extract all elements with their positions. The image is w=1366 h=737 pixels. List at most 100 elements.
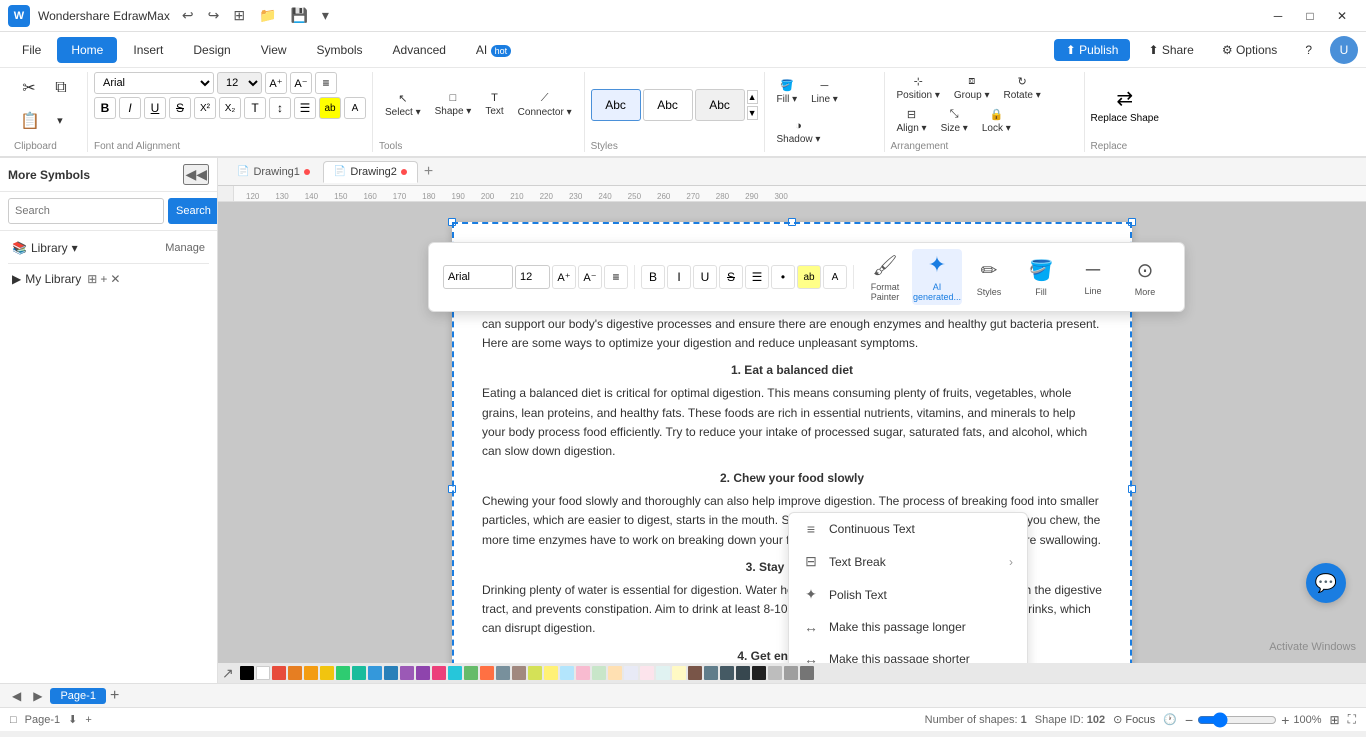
color-swatch-brown[interactable] bbox=[512, 666, 526, 680]
color-swatch-red[interactable] bbox=[272, 666, 286, 680]
color-swatch-green[interactable] bbox=[336, 666, 350, 680]
color-swatch-light-yellow[interactable] bbox=[544, 666, 558, 680]
new-btn[interactable]: ⊞ bbox=[229, 5, 249, 26]
manage-btn[interactable]: Manage bbox=[165, 242, 205, 254]
color-swatch-light-blue[interactable] bbox=[560, 666, 574, 680]
chat-btn[interactable]: 💬 bbox=[1306, 563, 1346, 603]
size-btn[interactable]: ⤡ Size ▾ bbox=[935, 105, 974, 137]
color-swatch-dark-blue[interactable] bbox=[384, 666, 398, 680]
styles-action-btn[interactable]: ✏ Styles bbox=[964, 249, 1014, 305]
color-swatch-pale-green[interactable] bbox=[592, 666, 606, 680]
menu-insert[interactable]: Insert bbox=[119, 37, 177, 63]
align-arrange-btn[interactable]: ⊟ Align ▾ bbox=[891, 105, 933, 137]
paste-more-btn[interactable]: ▾ bbox=[48, 112, 72, 129]
page-add-btn[interactable]: + bbox=[110, 687, 119, 705]
drawing-canvas[interactable]: Blog post on how to improve your digesti… bbox=[218, 202, 1366, 663]
format-painter-btn[interactable]: 🖌 Format Painter bbox=[860, 249, 910, 305]
ai-bold-btn[interactable]: B bbox=[641, 265, 665, 289]
color-swatch-pale-orange[interactable] bbox=[608, 666, 622, 680]
ai-italic-btn[interactable]: I bbox=[667, 265, 691, 289]
color-swatch-light-pink[interactable] bbox=[576, 666, 590, 680]
color-swatch-blue[interactable] bbox=[368, 666, 382, 680]
color-swatch-orange[interactable] bbox=[288, 666, 302, 680]
menu-ai[interactable]: AI hot bbox=[462, 37, 525, 63]
open-btn[interactable]: 📁 bbox=[255, 5, 280, 26]
my-library-close-btn[interactable]: ✕ bbox=[110, 272, 120, 286]
save-btn[interactable]: 💾 bbox=[286, 5, 311, 26]
my-library-expand[interactable]: ▶ My Library bbox=[12, 272, 81, 286]
ai-underline-btn[interactable]: U bbox=[693, 265, 717, 289]
align-btn[interactable]: ≡ bbox=[315, 72, 337, 94]
strikethrough-btn[interactable]: S bbox=[169, 97, 191, 119]
styles-down-btn[interactable]: ▼ bbox=[747, 106, 758, 120]
search-btn[interactable]: Search bbox=[168, 198, 218, 224]
select-btn[interactable]: ↖ Select ▾ bbox=[379, 89, 427, 121]
color-swatch-lime[interactable] bbox=[528, 666, 542, 680]
rotate-btn[interactable]: ↻ Rotate ▾ bbox=[997, 72, 1046, 104]
more-quick-btn[interactable]: ▾ bbox=[318, 5, 333, 26]
color-swatch-light-green[interactable] bbox=[464, 666, 478, 680]
add-tab-btn[interactable]: + bbox=[420, 163, 437, 181]
color-swatch-yellow[interactable] bbox=[320, 666, 334, 680]
sel-handle-ml[interactable] bbox=[448, 485, 456, 493]
zoom-slider[interactable] bbox=[1197, 712, 1277, 728]
ctx-continuous-text[interactable]: ≡ Continuous Text bbox=[789, 513, 1027, 545]
color-swatch-steel[interactable] bbox=[704, 666, 718, 680]
superscript-btn[interactable]: X² bbox=[194, 97, 216, 119]
color-swatch-cyan[interactable] bbox=[448, 666, 462, 680]
menu-view[interactable]: View bbox=[247, 37, 301, 63]
my-library-add-btn[interactable]: + bbox=[100, 272, 107, 286]
page-tab-1[interactable]: Page-1 bbox=[50, 688, 105, 704]
ai-align-btn[interactable]: ≡ bbox=[604, 265, 628, 289]
add-page-btn[interactable]: + bbox=[85, 714, 91, 726]
menu-advanced[interactable]: Advanced bbox=[379, 37, 460, 63]
focus-btn[interactable]: ⊙ Focus bbox=[1113, 713, 1155, 726]
ctx-text-break[interactable]: ⊟ Text Break › bbox=[789, 545, 1027, 578]
color-swatch-purple[interactable] bbox=[400, 666, 414, 680]
color-swatch-light-grey[interactable] bbox=[768, 666, 782, 680]
subscript-btn[interactable]: X₂ bbox=[219, 97, 241, 119]
bold-btn[interactable]: B bbox=[94, 97, 116, 119]
color-swatch-charcoal[interactable] bbox=[736, 666, 750, 680]
ai-size-input[interactable] bbox=[515, 265, 550, 289]
menu-design[interactable]: Design bbox=[179, 37, 244, 63]
color-swatch-dark-steel[interactable] bbox=[720, 666, 734, 680]
close-btn[interactable]: ✕ bbox=[1326, 5, 1358, 27]
ai-decrease-size-btn[interactable]: A⁻ bbox=[578, 265, 602, 289]
user-avatar[interactable]: U bbox=[1330, 36, 1358, 64]
page-right-btn[interactable]: ▶ bbox=[29, 689, 46, 703]
color-swatch-lavender[interactable] bbox=[624, 666, 638, 680]
ai-strike-btn[interactable]: S bbox=[719, 265, 743, 289]
shape-btn[interactable]: □ Shape ▾ bbox=[429, 89, 478, 120]
ctx-polish-text[interactable]: ✦ Polish Text bbox=[789, 578, 1027, 611]
ai-text-bg-btn[interactable]: ab bbox=[797, 265, 821, 289]
sel-handle-tc[interactable] bbox=[788, 218, 796, 226]
help-btn[interactable]: ? bbox=[1295, 39, 1322, 61]
color-swatch-teal[interactable] bbox=[352, 666, 366, 680]
group-btn[interactable]: ⧈ Group ▾ bbox=[948, 72, 996, 104]
text-color-btn[interactable]: A bbox=[344, 97, 366, 119]
color-swatch-near-black[interactable] bbox=[752, 666, 766, 680]
ctx-make-shorter[interactable]: ↔ Make this passage shorter bbox=[789, 643, 1027, 663]
paste-btn[interactable]: 📋 bbox=[14, 108, 46, 134]
undo-btn[interactable]: ↩ bbox=[178, 5, 198, 26]
italic-btn[interactable]: I bbox=[119, 97, 141, 119]
line-spacing-btn[interactable]: ↕ bbox=[269, 97, 291, 119]
line-action-btn[interactable]: ─ Line bbox=[1068, 249, 1118, 305]
color-swatch-white[interactable] bbox=[256, 666, 270, 680]
doc-tab-1[interactable]: 📄 Drawing1 bbox=[226, 161, 321, 183]
shadow-btn[interactable]: ◑ Shadow ▾ bbox=[771, 117, 827, 148]
sel-handle-mr[interactable] bbox=[1128, 485, 1136, 493]
ai-list-btn[interactable]: ☰ bbox=[745, 265, 769, 289]
underline-btn[interactable]: U bbox=[144, 97, 166, 119]
ai-font-input[interactable] bbox=[443, 265, 513, 289]
clock-btn[interactable]: 🕐 bbox=[1163, 713, 1177, 726]
sidebar-collapse-btn[interactable]: ◀◀ bbox=[183, 164, 209, 185]
text-style-btn[interactable]: T bbox=[244, 97, 266, 119]
lock-btn[interactable]: 🔒 Lock ▾ bbox=[976, 105, 1017, 137]
ai-generated-btn[interactable]: ✦ AI generated... bbox=[912, 249, 962, 305]
styles-up-btn[interactable]: ▲ bbox=[747, 90, 758, 104]
text-bg-btn[interactable]: ab bbox=[319, 97, 341, 119]
color-swatch-pink[interactable] bbox=[432, 666, 446, 680]
page-left-btn[interactable]: ◀ bbox=[8, 689, 25, 703]
